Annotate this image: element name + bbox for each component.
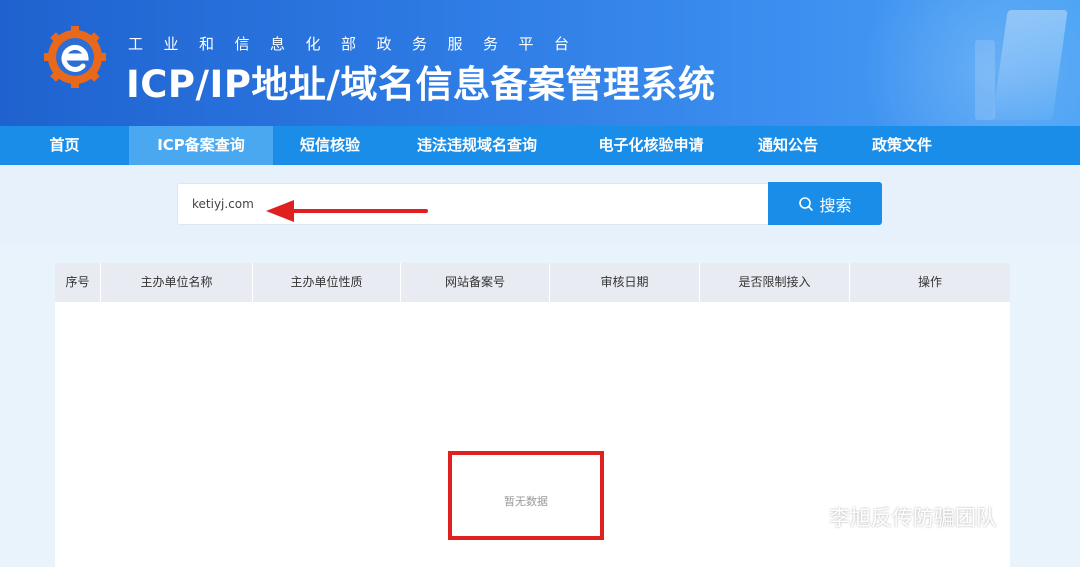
page: 工业和信息化部政务服务平台 ICP/IP地址/域名信息备案管理系统 首页 ICP… xyxy=(0,0,1080,567)
column-header-organizer-name: 主办单位名称 xyxy=(101,263,253,302)
nav-item-sms-verify[interactable]: 短信核验 xyxy=(273,126,387,165)
watermark: 李旭反传防骗团队 xyxy=(783,502,997,532)
nav-item-icp-query[interactable]: ICP备案查询 xyxy=(129,126,273,165)
miit-logo-icon xyxy=(44,26,106,88)
header-subtitle: 工业和信息化部政务服务平台 xyxy=(128,35,590,53)
banner-building-shape xyxy=(975,40,995,120)
column-header-record-number: 网站备案号 xyxy=(401,263,550,302)
column-header-index: 序号 xyxy=(55,263,101,302)
page-title: ICP/IP地址/域名信息备案管理系统 xyxy=(126,63,716,106)
main-nav: 首页 ICP备案查询 短信核验 违法违规域名查询 电子化核验申请 通知公告 政策… xyxy=(0,126,1080,165)
nav-item-illegal-domain-query[interactable]: 违法违规域名查询 xyxy=(387,126,567,165)
nav-item-notices[interactable]: 通知公告 xyxy=(735,126,841,165)
wechat-icon xyxy=(785,504,820,529)
nav-item-policy-docs[interactable]: 政策文件 xyxy=(841,126,963,165)
column-header-review-date: 审核日期 xyxy=(550,263,700,302)
nav-item-home[interactable]: 首页 xyxy=(0,126,129,165)
header-banner: 工业和信息化部政务服务平台 ICP/IP地址/域名信息备案管理系统 xyxy=(0,0,1080,126)
search-button[interactable]: 搜索 xyxy=(768,182,882,225)
watermark-text: 李旭反传防骗团队 xyxy=(829,506,997,530)
column-header-actions: 操作 xyxy=(917,275,942,289)
column-header-organizer-type: 主办单位性质 xyxy=(253,263,401,302)
search-icon xyxy=(799,196,814,211)
search-area: ketiyj.com 搜索 xyxy=(0,165,1080,245)
table-header: 序号 主办单位名称 主办单位性质 网站备案号 审核日期 是否限制接入 操作 xyxy=(55,263,1010,302)
empty-state-highlight: 暂无数据 xyxy=(448,451,604,540)
search-button-label: 搜索 xyxy=(819,195,852,215)
nav-item-e-verify-apply[interactable]: 电子化核验申请 xyxy=(567,126,735,165)
column-header-access-restricted: 是否限制接入 xyxy=(700,263,850,302)
red-arrow-annotation-icon xyxy=(266,200,428,222)
empty-state-text: 暂无数据 xyxy=(504,495,548,508)
